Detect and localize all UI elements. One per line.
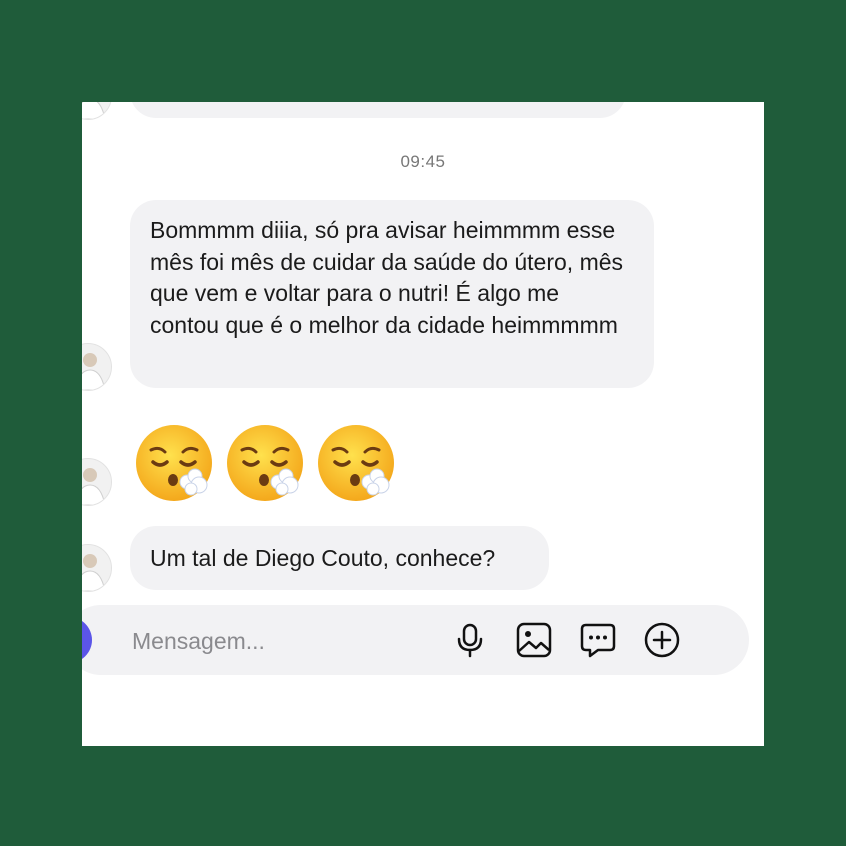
sticker-chat-icon[interactable]: [580, 622, 616, 658]
gallery-icon[interactable]: [516, 622, 552, 658]
sender-avatar[interactable]: [82, 458, 112, 506]
camera-button[interactable]: [82, 617, 92, 663]
message-composer: [82, 605, 749, 677]
sender-avatar[interactable]: [82, 544, 112, 592]
add-icon[interactable]: [644, 622, 680, 658]
face-exhaling-emoji[interactable]: [224, 422, 306, 504]
message-timestamp: 09:45: [400, 152, 446, 171]
face-exhaling-emoji[interactable]: [133, 422, 215, 504]
chat-screen: 09:45 Bommmm diiia, só pra avisar heimmm…: [82, 102, 764, 746]
sender-avatar[interactable]: [82, 343, 112, 391]
message-bubble[interactable]: Um tal de Diego Couto, conhece?: [130, 526, 549, 590]
message-input[interactable]: [130, 605, 424, 677]
sender-avatar[interactable]: [82, 102, 112, 120]
previous-message-bubble: [130, 102, 626, 118]
face-exhaling-emoji[interactable]: [315, 422, 397, 504]
message-bubble[interactable]: Bommmm diiia, só pra avisar heimmmm esse…: [130, 200, 654, 388]
camera-icon: [82, 617, 92, 663]
microphone-icon[interactable]: [452, 622, 488, 658]
